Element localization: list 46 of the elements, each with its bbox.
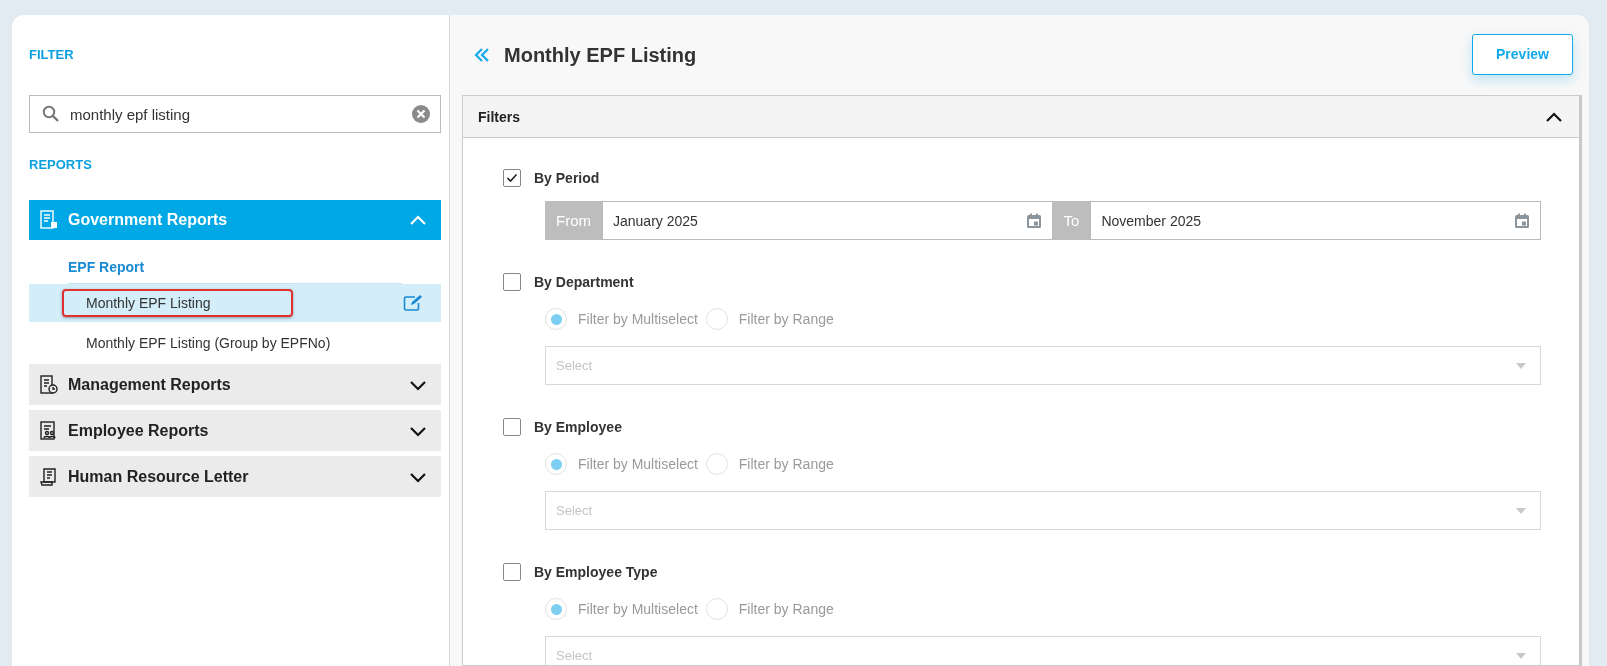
search-field[interactable]: monthly epf listing (70, 105, 402, 123)
clear-icon[interactable] (412, 105, 430, 123)
filter-label: By Period (534, 170, 600, 186)
page-title: Monthly EPF Listing (504, 43, 697, 67)
report-item-row[interactable]: Monthly EPF Listing (29, 284, 441, 322)
caret-icon (1516, 507, 1526, 514)
filter-heading: FILTER (29, 47, 74, 63)
chevron-down-icon[interactable] (409, 470, 427, 483)
search-icon (42, 105, 60, 123)
document-clock-icon (40, 374, 58, 395)
filters-header[interactable]: Filters (463, 96, 1579, 138)
group-header[interactable]: Human Resource Letter (29, 456, 441, 497)
filter-label: By Employee Type (534, 564, 658, 580)
group-header[interactable]: Employee Reports (29, 410, 441, 451)
filter-label: By Department (534, 274, 634, 290)
checkbox[interactable] (503, 169, 521, 187)
calendar-icon[interactable] (1514, 212, 1530, 229)
filter-label: By Employee (534, 419, 622, 435)
caret-icon (1516, 652, 1526, 659)
calendar-icon[interactable] (1025, 212, 1042, 229)
report-item[interactable]: Monthly EPF Listing (62, 289, 293, 317)
subgroup-title[interactable]: EPF Report (68, 258, 145, 276)
group-title: Human Resource Letter (68, 467, 249, 486)
group-title: Government Reports (68, 211, 228, 229)
group-title: Employee Reports (68, 421, 209, 440)
check-icon (506, 173, 518, 183)
date-field[interactable]: January 2025 (602, 201, 1053, 240)
filters-title: Filters (478, 108, 520, 125)
chevron-down-icon[interactable] (409, 378, 427, 391)
document-icon (40, 210, 58, 230)
group-header[interactable]: Management Reports (29, 364, 441, 405)
edit-icon[interactable] (403, 294, 423, 312)
document-people-icon (40, 420, 58, 441)
date-field[interactable]: November 2025 (1090, 201, 1541, 240)
scroll-icon (40, 466, 58, 487)
chevron-up-icon[interactable] (1545, 110, 1563, 123)
report-item-row[interactable]: Monthly EPF Listing (Group by EPFNo) (29, 324, 441, 362)
report-item[interactable]: Monthly EPF Listing (Group by EPFNo) (62, 329, 343, 357)
search-box[interactable]: monthly epf listing (29, 95, 441, 133)
from-label: From (545, 201, 602, 240)
to-label: To (1052, 201, 1091, 240)
chevron-down-icon[interactable] (409, 424, 427, 437)
group-title: Management Reports (68, 375, 231, 394)
caret-icon (1516, 362, 1526, 369)
reports-heading: REPORTS (29, 157, 92, 173)
double-chevron-left-icon[interactable] (474, 47, 490, 63)
